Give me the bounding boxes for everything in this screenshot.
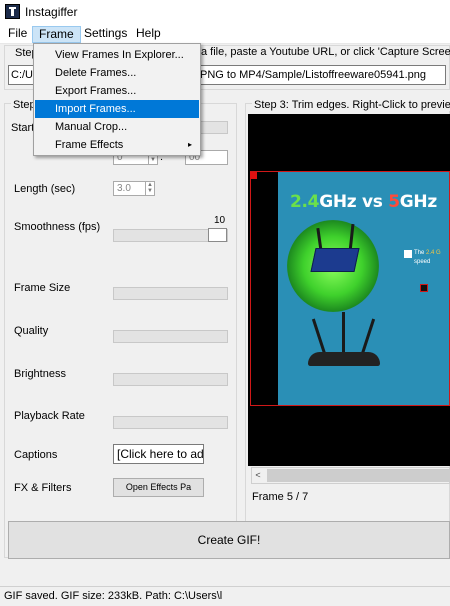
quality-label: Quality [14, 325, 49, 337]
menu-settings[interactable]: Settings [78, 26, 133, 43]
frame-scrollbar-thumb[interactable] [267, 469, 450, 482]
menu-bar: File Frame Settings Help [0, 24, 450, 44]
status-text: GIF saved. GIF size: 233kB. Path: C:\Use… [4, 590, 223, 602]
smoothness-value: 10 [214, 215, 226, 226]
length-label: Length (sec) [14, 183, 76, 195]
step3-label: Step 3: Trim edges. Right-Click to previ… [252, 99, 450, 111]
playback-rate-label: Playback Rate [14, 410, 85, 422]
start-time-label: Start [11, 122, 35, 134]
frame-size-label: Frame Size [14, 282, 71, 294]
brightness-label: Brightness [14, 368, 66, 380]
instagiffer-app-icon [5, 4, 20, 19]
menu-item-manual-crop[interactable]: Manual Crop... [35, 118, 199, 136]
scroll-left-arrow-icon[interactable]: < [253, 468, 263, 483]
frame-size-slider[interactable] [113, 287, 228, 300]
menu-help[interactable]: Help [130, 26, 167, 43]
playback-rate-slider[interactable] [113, 416, 228, 429]
brightness-slider[interactable] [113, 373, 228, 386]
menu-item-export-frames[interactable]: Export Frames... [35, 82, 199, 100]
menu-frame[interactable]: Frame [32, 26, 81, 43]
submenu-arrow-icon: ▸ [187, 140, 192, 149]
fx-filters-label: FX & Filters [14, 482, 72, 494]
frame-menu-dropdown: View Frames In Explorer... Delete Frames… [33, 43, 201, 156]
menu-item-view-frames[interactable]: View Frames In Explorer... [35, 46, 199, 64]
smoothness-label: Smoothness (fps) [14, 221, 101, 233]
frame-counter: Frame 5 / 7 [252, 491, 309, 503]
start-slider[interactable] [200, 121, 228, 134]
menu-item-delete-frames[interactable]: Delete Frames... [35, 64, 199, 82]
menu-file[interactable]: File [2, 26, 33, 43]
crop-handle[interactable] [250, 172, 257, 179]
open-effects-panel-button[interactable]: Open Effects Pa [113, 478, 204, 497]
menu-item-import-frames[interactable]: Import Frames... [35, 100, 199, 118]
smoothness-slider-thumb[interactable] [208, 228, 227, 242]
captions-input[interactable]: [Click here to add [113, 444, 204, 464]
source-path-tail: PNG to MP4/Sample/Listoffreeware05941.pn… [200, 69, 427, 81]
length-value: 3.0 [117, 183, 131, 194]
step1-instructions: a file, paste a Youtube URL, or click 'C… [201, 46, 450, 58]
create-gif-button[interactable]: Create GIF! [8, 521, 450, 559]
length-spinbox[interactable]: 3.0 ▲ ▼ [113, 181, 155, 196]
source-path-head: C:/U [11, 69, 33, 81]
crop-rectangle[interactable] [250, 171, 450, 406]
captions-label: Captions [14, 449, 58, 461]
quality-slider[interactable] [113, 330, 228, 343]
window-title: Instagiffer [25, 5, 78, 19]
spin-up-down-icon[interactable]: ▲▼ [145, 182, 154, 195]
menu-item-frame-effects[interactable]: Frame Effects ▸ [35, 136, 199, 154]
